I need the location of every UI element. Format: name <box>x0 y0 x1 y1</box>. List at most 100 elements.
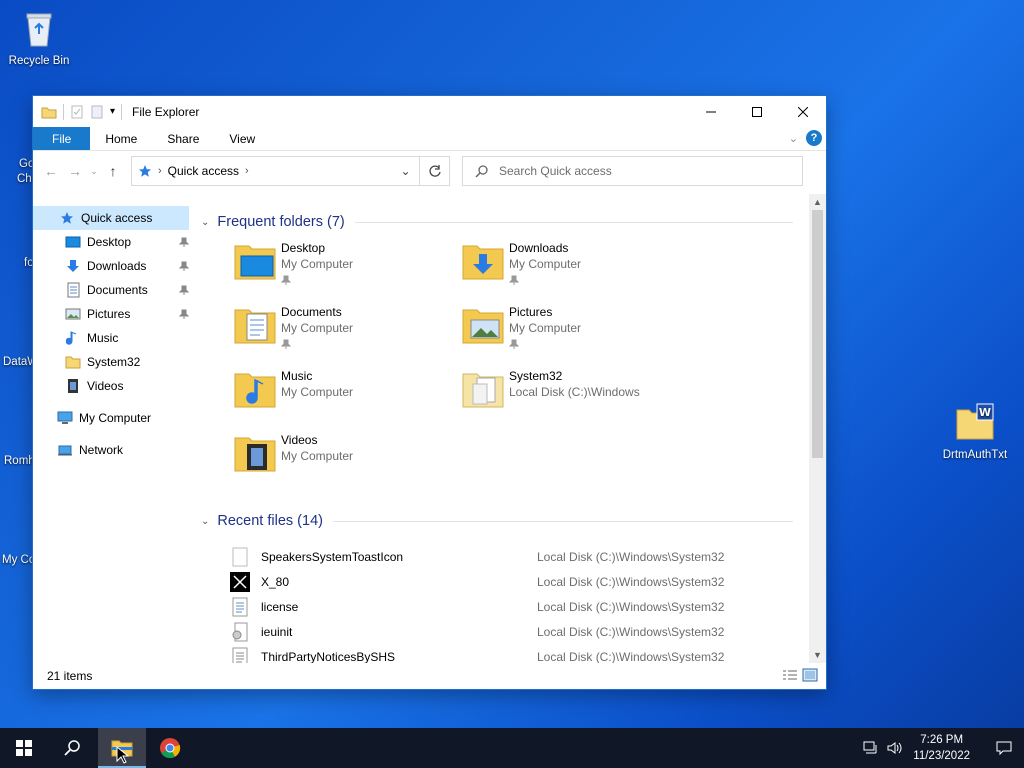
pictures-folder-icon <box>462 309 504 344</box>
tab-file[interactable]: File <box>33 127 91 150</box>
pin-icon <box>280 274 353 288</box>
recent-locations-button[interactable]: ⌄ <box>87 159 101 183</box>
help-button[interactable]: ? <box>806 130 822 146</box>
sidebar-item-label: Documents <box>87 283 148 297</box>
customize-toolbar-dropdown-icon[interactable]: ▾ <box>110 106 115 117</box>
maximize-button[interactable] <box>734 96 780 127</box>
address-dropdown-button[interactable]: ⌄ <box>391 157 419 185</box>
tile-name: Downloads <box>509 241 569 255</box>
pin-icon <box>178 308 190 322</box>
taskbar-file-explorer[interactable] <box>98 728 146 768</box>
sidebar-item-music[interactable]: Music <box>33 326 193 350</box>
clock[interactable]: 7:26 PM 11/23/2022 <box>913 732 970 764</box>
recent-file-location: Local Disk (C:)\Windows\System32 <box>537 549 725 564</box>
tab-share[interactable]: Share <box>152 127 214 150</box>
sidebar-item-label: Pictures <box>87 307 131 321</box>
new-folder-icon[interactable] <box>90 105 104 119</box>
window-title: File Explorer <box>132 104 200 119</box>
group-header-label: Frequent folders (7) <box>217 214 345 230</box>
sidebar-item-system32[interactable]: System32 <box>33 350 193 374</box>
recent-file-location: Local Disk (C:)\Windows\System32 <box>537 624 725 639</box>
sidebar-item-videos[interactable]: Videos <box>33 374 193 398</box>
title-bar: ▾ File Explorer <box>33 96 826 127</box>
pin-icon <box>280 338 353 352</box>
breadcrumb-separator-icon: › <box>158 165 162 177</box>
frequent-folder-documents[interactable]: Documents My Computer <box>233 300 453 356</box>
network-icon <box>57 442 73 458</box>
star-icon <box>59 210 75 226</box>
text-file-icon <box>229 646 251 663</box>
windows-logo-icon <box>16 740 32 756</box>
sidebar-item-documents[interactable]: Documents <box>33 278 193 302</box>
recent-file-row[interactable]: license Local Disk (C:)\Windows\System32 <box>229 594 769 619</box>
folder-icon <box>65 354 81 370</box>
tile-location: Local Disk (C:)\Windows <box>509 385 640 399</box>
sidebar-item-quick-access[interactable]: Quick access <box>33 206 189 230</box>
collapse-chevron-icon: ⌄ <box>201 216 210 228</box>
desktop-icon-drtmauthtxt[interactable]: W DrtmAuthTxt <box>938 402 1012 461</box>
sidebar-item-label: Downloads <box>87 259 147 273</box>
desktop-icon-recycle-bin[interactable]: Recycle Bin <box>2 8 76 67</box>
scrollbar-thumb[interactable] <box>812 210 823 458</box>
sidebar-item-my-computer[interactable]: My Computer <box>33 406 193 430</box>
recent-file-location: Local Disk (C:)\Windows\System32 <box>537 599 725 614</box>
details-view-icon[interactable] <box>782 668 798 682</box>
tile-name: Documents <box>281 305 342 319</box>
expand-ribbon-chevron-icon[interactable]: ⌄ <box>789 132 798 145</box>
tab-home[interactable]: Home <box>90 127 152 150</box>
forward-button[interactable]: → <box>63 159 87 183</box>
large-icons-view-icon[interactable] <box>802 668 818 682</box>
sidebar-item-pictures[interactable]: Pictures <box>33 302 193 326</box>
back-button[interactable]: ← <box>39 159 63 183</box>
refresh-button[interactable] <box>420 156 450 186</box>
downloads-folder-icon <box>462 245 504 280</box>
arrow-right-icon: → <box>68 163 82 179</box>
recycle-bin-icon <box>26 13 52 47</box>
volume-tray-button[interactable] <box>883 728 907 768</box>
recent-file-row[interactable]: ThirdPartyNoticesBySHS Local Disk (C:)\W… <box>229 644 769 663</box>
start-button[interactable] <box>0 728 48 768</box>
sidebar-item-desktop[interactable]: Desktop <box>33 230 193 254</box>
up-button[interactable]: ↑ <box>101 159 125 183</box>
close-image-file-icon <box>229 571 251 593</box>
frequent-folder-desktop[interactable]: Desktop My Computer <box>233 236 453 292</box>
recent-file-row[interactable]: ieuinit Local Disk (C:)\Windows\System32 <box>229 619 769 644</box>
network-tray-button[interactable] <box>859 728 883 768</box>
frequent-folder-music[interactable]: Music My Computer <box>233 364 453 420</box>
frequent-folder-system32[interactable]: System32 Local Disk (C:)\Windows <box>461 364 681 420</box>
pin-icon <box>178 284 190 298</box>
tab-view[interactable]: View <box>214 127 270 150</box>
sidebar-item-downloads[interactable]: Downloads <box>33 254 193 278</box>
vertical-scrollbar[interactable]: ▲ ▼ <box>809 194 826 663</box>
minimize-icon <box>706 111 716 112</box>
sidebar-item-label: Desktop <box>87 235 132 249</box>
refresh-icon <box>428 165 441 177</box>
sidebar-item-network[interactable]: Network <box>33 438 193 462</box>
breadcrumb-quick-access[interactable]: Quick access <box>168 164 239 178</box>
recent-file-row[interactable]: SpeakersSystemToastIcon Local Disk (C:)\… <box>229 544 769 569</box>
navigation-bar: ← → ⌄ ↑ › Quick access › ⌄ Search Quick … <box>33 151 826 191</box>
frequent-folder-pictures[interactable]: Pictures My Computer <box>461 300 681 356</box>
address-bar[interactable]: › Quick access › ⌄ <box>131 156 420 186</box>
tile-location: My Computer <box>281 385 354 399</box>
tile-name: Videos <box>281 433 318 447</box>
frequent-folder-videos[interactable]: Videos My Computer <box>233 428 453 484</box>
search-input[interactable]: Search Quick access <box>462 156 803 186</box>
quick-access-toolbar: ▾ <box>33 103 123 120</box>
arrow-up-icon: ↑ <box>109 163 117 179</box>
search-button[interactable] <box>48 728 96 768</box>
close-button[interactable] <box>780 96 826 127</box>
recent-file-row[interactable]: X_80 Local Disk (C:)\Windows\System32 <box>229 569 769 594</box>
action-center-button[interactable] <box>984 728 1024 768</box>
chevron-down-icon: ⌄ <box>90 165 98 176</box>
documents-folder-icon <box>234 309 276 344</box>
taskbar-chrome[interactable] <box>146 728 194 768</box>
minimize-button[interactable] <box>688 96 734 127</box>
sidebar-item-label: Quick access <box>81 211 153 225</box>
scroll-down-arrow-icon[interactable]: ▼ <box>809 647 826 663</box>
properties-icon[interactable] <box>70 105 84 119</box>
recent-files-header[interactable]: ⌄ Recent files (14) <box>193 511 803 531</box>
frequent-folders-header[interactable]: ⌄ Frequent folders (7) <box>193 212 803 232</box>
frequent-folder-downloads[interactable]: Downloads My Computer <box>461 236 681 292</box>
scroll-up-arrow-icon[interactable]: ▲ <box>809 194 826 210</box>
